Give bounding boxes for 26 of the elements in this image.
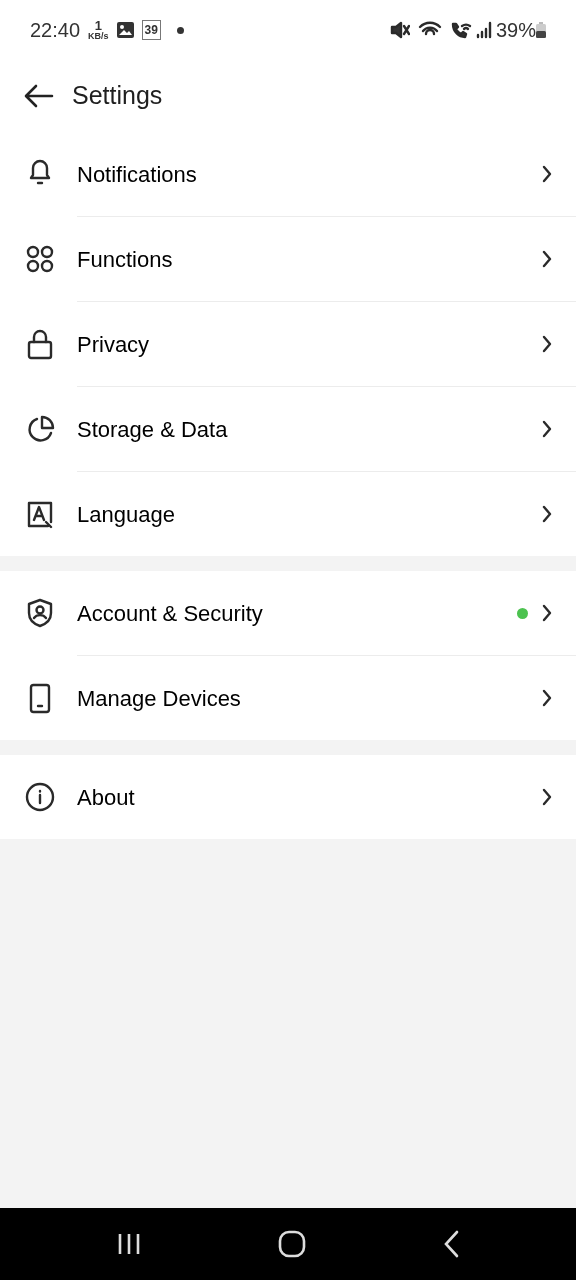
- network-speed-value: 1: [94, 19, 102, 32]
- chevron-right-icon: [542, 420, 552, 438]
- battery-icon: [536, 22, 546, 38]
- clock: 22:40: [30, 18, 81, 43]
- chevron-right-icon: [542, 250, 552, 268]
- page-title: Settings: [72, 80, 163, 112]
- home-button[interactable]: [278, 1230, 306, 1258]
- chevron-right-icon: [542, 788, 552, 806]
- network-speed-unit: KB/s: [88, 32, 109, 41]
- grid-icon: [24, 243, 56, 275]
- chevron-right-icon: [542, 604, 552, 622]
- chevron-right-icon: [542, 165, 552, 183]
- dot-icon: [176, 26, 184, 34]
- back-button[interactable]: [24, 83, 54, 109]
- notification-count: 39: [141, 20, 161, 40]
- chevron-right-icon: [542, 505, 552, 523]
- signal-icon: [475, 21, 492, 39]
- recent-apps-button[interactable]: [116, 1231, 142, 1257]
- battery-percentage: 39%: [495, 18, 536, 43]
- wifi-call-icon: [449, 21, 472, 39]
- info-icon: [24, 781, 56, 813]
- chevron-right-icon: [542, 689, 552, 707]
- chevron-right-icon: [542, 335, 552, 353]
- back-nav-button[interactable]: [442, 1230, 460, 1258]
- gallery-icon: [116, 22, 134, 38]
- mute-icon: [389, 21, 410, 39]
